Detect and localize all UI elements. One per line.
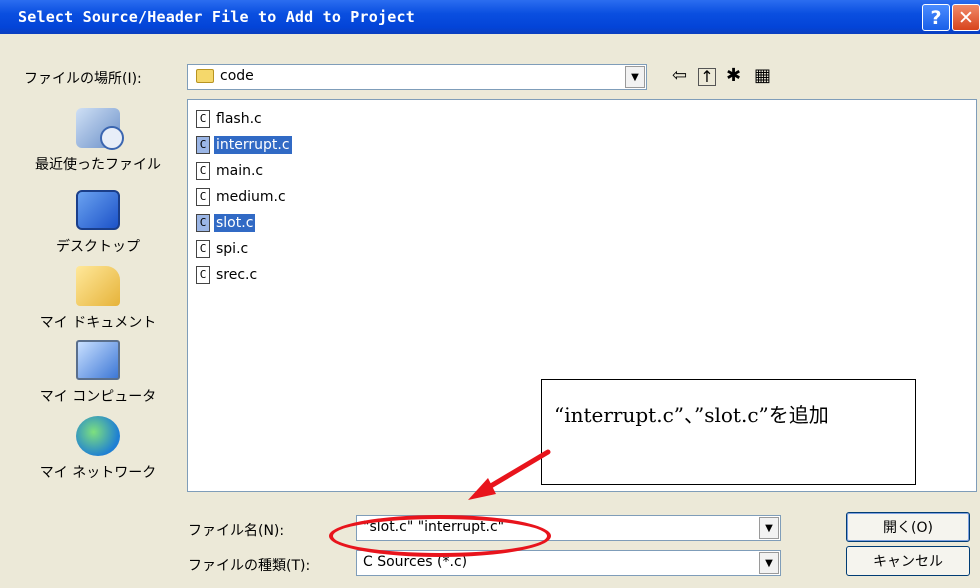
- file-dialog: Select Source/Header File to Add to Proj…: [0, 0, 980, 588]
- annotation-arrow: [468, 449, 551, 500]
